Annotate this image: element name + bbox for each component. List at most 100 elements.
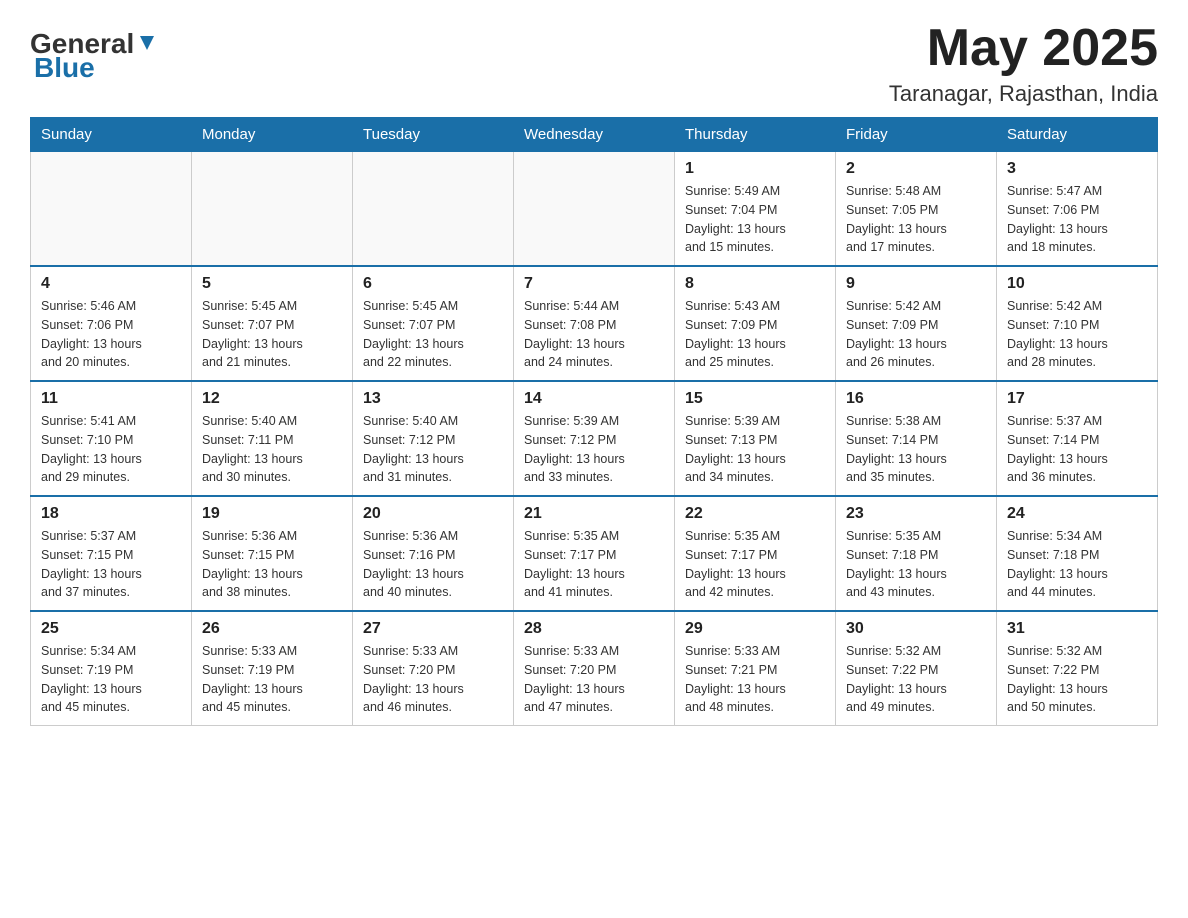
day-info: Sunrise: 5:39 AM Sunset: 7:12 PM Dayligh… (524, 412, 664, 487)
day-number: 10 (1007, 275, 1147, 293)
day-info: Sunrise: 5:35 AM Sunset: 7:17 PM Dayligh… (524, 527, 664, 602)
page-header: General Blue May 2025 Taranagar, Rajasth… (30, 20, 1158, 107)
day-number: 3 (1007, 160, 1147, 178)
calendar-cell: 17 Sunrise: 5:37 AM Sunset: 7:14 PM Dayli… (997, 381, 1158, 496)
calendar-cell: 20 Sunrise: 5:36 AM Sunset: 7:16 PM Dayli… (353, 496, 514, 611)
day-info: Sunrise: 5:43 AM Sunset: 7:09 PM Dayligh… (685, 297, 825, 372)
calendar-cell: 3 Sunrise: 5:47 AM Sunset: 7:06 PM Daylig… (997, 152, 1158, 267)
day-info: Sunrise: 5:38 AM Sunset: 7:14 PM Dayligh… (846, 412, 986, 487)
day-number: 2 (846, 160, 986, 178)
day-info: Sunrise: 5:35 AM Sunset: 7:17 PM Dayligh… (685, 527, 825, 602)
calendar-week-row: 18Sunrise: 5:37 AM Sunset: 7:15 PM Dayli… (31, 496, 1158, 611)
day-info: Sunrise: 5:40 AM Sunset: 7:11 PM Dayligh… (202, 412, 342, 487)
calendar-week-row: 25 Sunrise: 5:34 AM Sunset: 7:19 PM Dayli… (31, 611, 1158, 726)
day-number: 25 (41, 620, 181, 638)
day-info: Sunrise: 5:48 AM Sunset: 7:05 PM Dayligh… (846, 182, 986, 257)
day-info: Sunrise: 5:49 AM Sunset: 7:04 PM Dayligh… (685, 182, 825, 257)
day-info: Sunrise: 5:42 AM Sunset: 7:10 PM Dayligh… (1007, 297, 1147, 372)
day-info: Sunrise: 5:33 AM Sunset: 7:20 PM Dayligh… (524, 642, 664, 717)
day-number: 14 (524, 390, 664, 408)
day-number: 17 (1007, 390, 1147, 408)
day-number: 29 (685, 620, 825, 638)
day-info: Sunrise: 5:33 AM Sunset: 7:19 PM Dayligh… (202, 642, 342, 717)
day-number: 28 (524, 620, 664, 638)
calendar-table: SundayMondayTuesdayWednesdayThursdayFrid… (30, 117, 1158, 726)
day-info: Sunrise: 5:37 AM Sunset: 7:14 PM Dayligh… (1007, 412, 1147, 487)
calendar-cell: 15 Sunrise: 5:39 AM Sunset: 7:13 PM Dayli… (675, 381, 836, 496)
day-number: 19 (202, 505, 342, 523)
calendar-cell: 21 Sunrise: 5:35 AM Sunset: 7:17 PM Dayli… (514, 496, 675, 611)
day-number: 8 (685, 275, 825, 293)
calendar-cell: 7 Sunrise: 5:44 AM Sunset: 7:08 PM Daylig… (514, 266, 675, 381)
weekday-header-sunday: Sunday (31, 118, 192, 152)
calendar-cell: 26 Sunrise: 5:33 AM Sunset: 7:19 PM Dayli… (192, 611, 353, 726)
calendar-cell: 1Sunrise: 5:49 AM Sunset: 7:04 PM Daylig… (675, 152, 836, 267)
calendar-cell: 8 Sunrise: 5:43 AM Sunset: 7:09 PM Daylig… (675, 266, 836, 381)
day-info: Sunrise: 5:35 AM Sunset: 7:18 PM Dayligh… (846, 527, 986, 602)
calendar-cell: 9 Sunrise: 5:42 AM Sunset: 7:09 PM Daylig… (836, 266, 997, 381)
day-info: Sunrise: 5:46 AM Sunset: 7:06 PM Dayligh… (41, 297, 181, 372)
day-number: 24 (1007, 505, 1147, 523)
calendar-week-row: 4 Sunrise: 5:46 AM Sunset: 7:06 PM Daylig… (31, 266, 1158, 381)
calendar-cell: 28 Sunrise: 5:33 AM Sunset: 7:20 PM Dayli… (514, 611, 675, 726)
weekday-header-thursday: Thursday (675, 118, 836, 152)
calendar-cell: 4 Sunrise: 5:46 AM Sunset: 7:06 PM Daylig… (31, 266, 192, 381)
calendar-cell: 10 Sunrise: 5:42 AM Sunset: 7:10 PM Dayli… (997, 266, 1158, 381)
day-number: 16 (846, 390, 986, 408)
day-info: Sunrise: 5:36 AM Sunset: 7:16 PM Dayligh… (363, 527, 503, 602)
day-info: Sunrise: 5:33 AM Sunset: 7:21 PM Dayligh… (685, 642, 825, 717)
calendar-cell: 5 Sunrise: 5:45 AM Sunset: 7:07 PM Daylig… (192, 266, 353, 381)
day-number: 4 (41, 275, 181, 293)
day-info: Sunrise: 5:33 AM Sunset: 7:20 PM Dayligh… (363, 642, 503, 717)
day-number: 30 (846, 620, 986, 638)
calendar-cell: 11 Sunrise: 5:41 AM Sunset: 7:10 PM Dayli… (31, 381, 192, 496)
day-number: 23 (846, 505, 986, 523)
day-number: 21 (524, 505, 664, 523)
calendar-cell (192, 152, 353, 267)
day-info: Sunrise: 5:34 AM Sunset: 7:19 PM Dayligh… (41, 642, 181, 717)
day-number: 11 (41, 390, 181, 408)
day-number: 27 (363, 620, 503, 638)
day-info: Sunrise: 5:44 AM Sunset: 7:08 PM Dayligh… (524, 297, 664, 372)
weekday-header-wednesday: Wednesday (514, 118, 675, 152)
calendar-cell: 16 Sunrise: 5:38 AM Sunset: 7:14 PM Dayli… (836, 381, 997, 496)
day-info: Sunrise: 5:41 AM Sunset: 7:10 PM Dayligh… (41, 412, 181, 487)
calendar-cell (514, 152, 675, 267)
calendar-cell (353, 152, 514, 267)
calendar-cell: 12Sunrise: 5:40 AM Sunset: 7:11 PM Dayli… (192, 381, 353, 496)
day-number: 26 (202, 620, 342, 638)
day-number: 18 (41, 505, 181, 523)
day-number: 5 (202, 275, 342, 293)
day-number: 31 (1007, 620, 1147, 638)
weekday-header-tuesday: Tuesday (353, 118, 514, 152)
calendar-week-row: 1Sunrise: 5:49 AM Sunset: 7:04 PM Daylig… (31, 152, 1158, 267)
calendar-cell: 6Sunrise: 5:45 AM Sunset: 7:07 PM Daylig… (353, 266, 514, 381)
day-number: 6 (363, 275, 503, 293)
location-title: Taranagar, Rajasthan, India (889, 81, 1158, 107)
day-info: Sunrise: 5:45 AM Sunset: 7:07 PM Dayligh… (202, 297, 342, 372)
weekday-header-row: SundayMondayTuesdayWednesdayThursdayFrid… (31, 118, 1158, 152)
day-info: Sunrise: 5:32 AM Sunset: 7:22 PM Dayligh… (846, 642, 986, 717)
day-number: 9 (846, 275, 986, 293)
logo: General Blue (30, 20, 158, 84)
day-info: Sunrise: 5:42 AM Sunset: 7:09 PM Dayligh… (846, 297, 986, 372)
logo-blue: Blue (34, 52, 95, 84)
calendar-cell: 22Sunrise: 5:35 AM Sunset: 7:17 PM Dayli… (675, 496, 836, 611)
title-block: May 2025 Taranagar, Rajasthan, India (889, 20, 1158, 107)
calendar-cell: 13Sunrise: 5:40 AM Sunset: 7:12 PM Dayli… (353, 381, 514, 496)
day-info: Sunrise: 5:39 AM Sunset: 7:13 PM Dayligh… (685, 412, 825, 487)
day-number: 15 (685, 390, 825, 408)
calendar-cell: 30 Sunrise: 5:32 AM Sunset: 7:22 PM Dayli… (836, 611, 997, 726)
calendar-cell: 31Sunrise: 5:32 AM Sunset: 7:22 PM Dayli… (997, 611, 1158, 726)
day-info: Sunrise: 5:47 AM Sunset: 7:06 PM Dayligh… (1007, 182, 1147, 257)
logo-triangle-icon (136, 32, 158, 54)
calendar-cell: 27 Sunrise: 5:33 AM Sunset: 7:20 PM Dayli… (353, 611, 514, 726)
calendar-cell: 23 Sunrise: 5:35 AM Sunset: 7:18 PM Dayli… (836, 496, 997, 611)
day-number: 20 (363, 505, 503, 523)
day-number: 13 (363, 390, 503, 408)
calendar-cell: 14 Sunrise: 5:39 AM Sunset: 7:12 PM Dayli… (514, 381, 675, 496)
day-info: Sunrise: 5:36 AM Sunset: 7:15 PM Dayligh… (202, 527, 342, 602)
weekday-header-saturday: Saturday (997, 118, 1158, 152)
day-number: 7 (524, 275, 664, 293)
day-info: Sunrise: 5:34 AM Sunset: 7:18 PM Dayligh… (1007, 527, 1147, 602)
